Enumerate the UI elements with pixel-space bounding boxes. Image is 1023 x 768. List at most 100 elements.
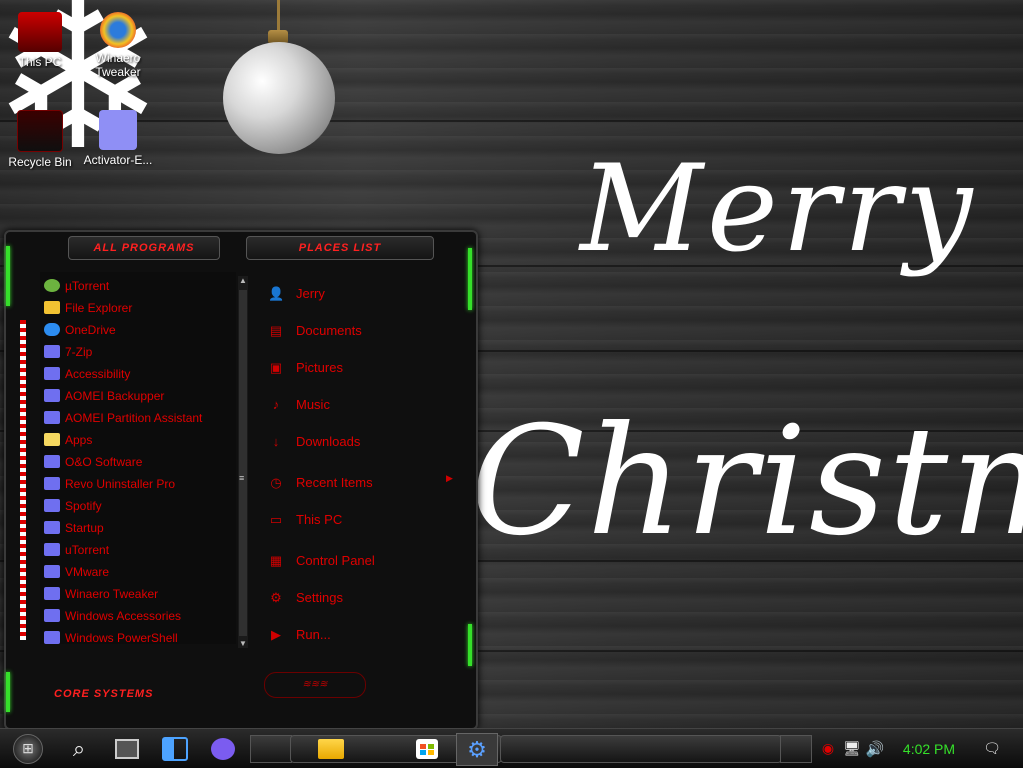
run-icon: ▶ <box>271 627 281 642</box>
greeting-merry: Merry <box>580 140 977 279</box>
task-view-icon[interactable] <box>112 733 142 764</box>
program-item[interactable]: AOMEI Backupper <box>44 386 164 406</box>
folder-icon <box>44 565 60 578</box>
chat-icon[interactable] <box>208 733 238 764</box>
windows-logo-icon: ⊞ <box>13 733 43 764</box>
clock[interactable]: 4:02 PM <box>893 733 965 764</box>
program-item[interactable]: Windows Accessories <box>44 606 181 626</box>
program-item[interactable]: µTorrent <box>44 276 109 296</box>
desktop-icon-activator[interactable]: Activator-E... <box>78 110 158 167</box>
program-item[interactable]: Spotify <box>44 496 102 516</box>
notification-icon[interactable]: 🗨 <box>982 733 1002 764</box>
program-item[interactable]: 7-Zip <box>44 342 92 362</box>
folder-icon <box>44 345 60 358</box>
program-item[interactable]: AOMEI Partition Assistant <box>44 408 202 428</box>
control-panel-icon: ▦ <box>269 553 283 568</box>
place-item[interactable]: 👤 Jerry <box>268 284 325 304</box>
recycle-bin-icon <box>17 110 63 152</box>
scroll-down-icon[interactable]: ▼ <box>239 639 247 648</box>
folder-icon <box>44 587 60 600</box>
folder-icon <box>44 631 60 644</box>
store-icon[interactable] <box>412 733 442 764</box>
program-item[interactable]: VMware <box>44 562 109 582</box>
folder-icon <box>44 367 60 380</box>
place-item[interactable]: ↓ Downloads <box>268 432 361 452</box>
program-item[interactable]: Windows PowerShell <box>44 628 178 648</box>
volume-icon[interactable]: 🔊 <box>864 733 886 764</box>
desktop-icon-label: Activator-E... <box>83 153 153 167</box>
accent-bar <box>6 672 10 712</box>
accent-bar <box>468 624 472 666</box>
program-label: File Explorer <box>65 301 133 315</box>
folder-icon <box>44 389 60 402</box>
place-label: Recent Items <box>296 475 373 490</box>
program-item[interactable]: uTorrent <box>44 540 109 560</box>
place-item[interactable]: ▶ Run... <box>268 625 331 645</box>
place-label: Jerry <box>296 286 325 301</box>
place-label: Downloads <box>296 434 361 449</box>
settings-icon[interactable]: ⚙ <box>456 733 498 766</box>
brand-logo: ≋≋≋ <box>264 672 366 698</box>
program-item[interactable]: Startup <box>44 518 104 538</box>
desktop-icon-label: Recycle Bin <box>8 155 72 169</box>
program-label: VMware <box>65 565 110 579</box>
place-item[interactable]: ⚙ Settings <box>268 588 343 608</box>
download-icon: ↓ <box>272 434 280 449</box>
all-programs-header[interactable]: ALL PROGRAMS <box>68 236 220 260</box>
onedrive-icon <box>44 323 60 336</box>
music-icon: ♪ <box>272 397 280 412</box>
file-icon <box>99 110 137 150</box>
monitor-icon <box>18 12 62 52</box>
taskbar-decor <box>780 735 812 763</box>
place-label: Music <box>296 397 330 412</box>
program-label: Spotify <box>65 499 102 513</box>
program-label: Revo Uninstaller Pro <box>65 477 176 491</box>
start-button[interactable]: ⊞ <box>10 733 46 764</box>
place-label: Run... <box>296 627 331 642</box>
decor-stripe <box>20 320 26 640</box>
search-icon[interactable]: ⌕ <box>62 733 96 764</box>
place-item[interactable]: ♪ Music <box>268 395 330 415</box>
program-item[interactable]: Winaero Tweaker <box>44 584 158 604</box>
desktop-icon-this-pc[interactable]: This PC <box>0 12 80 69</box>
scroll-up-icon[interactable]: ▲ <box>239 276 247 285</box>
program-item[interactable]: Accessibility <box>44 364 130 384</box>
desktop-icon-recycle-bin[interactable]: Recycle Bin <box>0 110 80 169</box>
place-item[interactable]: ▭ This PC <box>268 510 342 530</box>
places-list: 👤 Jerry ▤ Documents ▣ Pictures ♪ Music ↓ Download… <box>254 272 464 652</box>
program-label: OneDrive <box>65 323 116 337</box>
network-icon[interactable]: 🖥 <box>842 733 862 764</box>
program-label: Apps <box>65 433 93 447</box>
program-item[interactable]: Revo Uninstaller Pro <box>44 474 175 494</box>
program-item[interactable]: Apps <box>44 430 92 450</box>
program-item[interactable]: OneDrive <box>44 320 116 340</box>
accent-bar <box>6 246 10 306</box>
core-systems-label: CORE SYSTEMS <box>54 688 154 700</box>
computer-icon: ▭ <box>269 512 283 527</box>
place-item[interactable]: ▤ Documents <box>268 321 362 341</box>
program-item[interactable]: O&O Software <box>44 452 142 472</box>
place-item[interactable]: ◷ Recent Items <box>268 473 373 493</box>
programs-scrollbar[interactable]: ▲ ≡ ▼ <box>238 276 248 648</box>
program-item[interactable]: File Explorer <box>44 298 132 318</box>
place-item[interactable]: ▦ Control Panel <box>268 551 375 571</box>
folder-icon <box>44 455 60 468</box>
widgets-icon[interactable] <box>160 733 190 764</box>
grip-icon: ≡ <box>239 473 245 483</box>
scrollbar-thumb[interactable] <box>239 290 247 636</box>
greeting-christmas: Christmas <box>470 395 1023 569</box>
taskbar-decor <box>250 735 292 763</box>
file-explorer-icon[interactable] <box>316 733 346 764</box>
taskbar: ⊞ ⌕ ⚙ ◉ 🖥 🔊 4:02 PM 🗨 <box>0 728 1023 768</box>
place-item[interactable]: ▣ Pictures <box>268 358 343 378</box>
file-explorer-icon <box>44 301 60 314</box>
program-label: µTorrent <box>65 279 110 293</box>
ornament-ball <box>223 42 335 154</box>
user-icon: 👤 <box>268 286 285 301</box>
folder-icon <box>44 499 60 512</box>
places-list-header[interactable]: PLACES LIST <box>246 236 434 260</box>
tray-app-icon[interactable]: ◉ <box>818 733 838 764</box>
desktop-icon-label: This PC <box>18 55 62 69</box>
program-label: Winaero Tweaker <box>65 587 159 601</box>
desktop-icon-winaero-tweaker[interactable]: Winaero Tweaker <box>78 12 158 79</box>
